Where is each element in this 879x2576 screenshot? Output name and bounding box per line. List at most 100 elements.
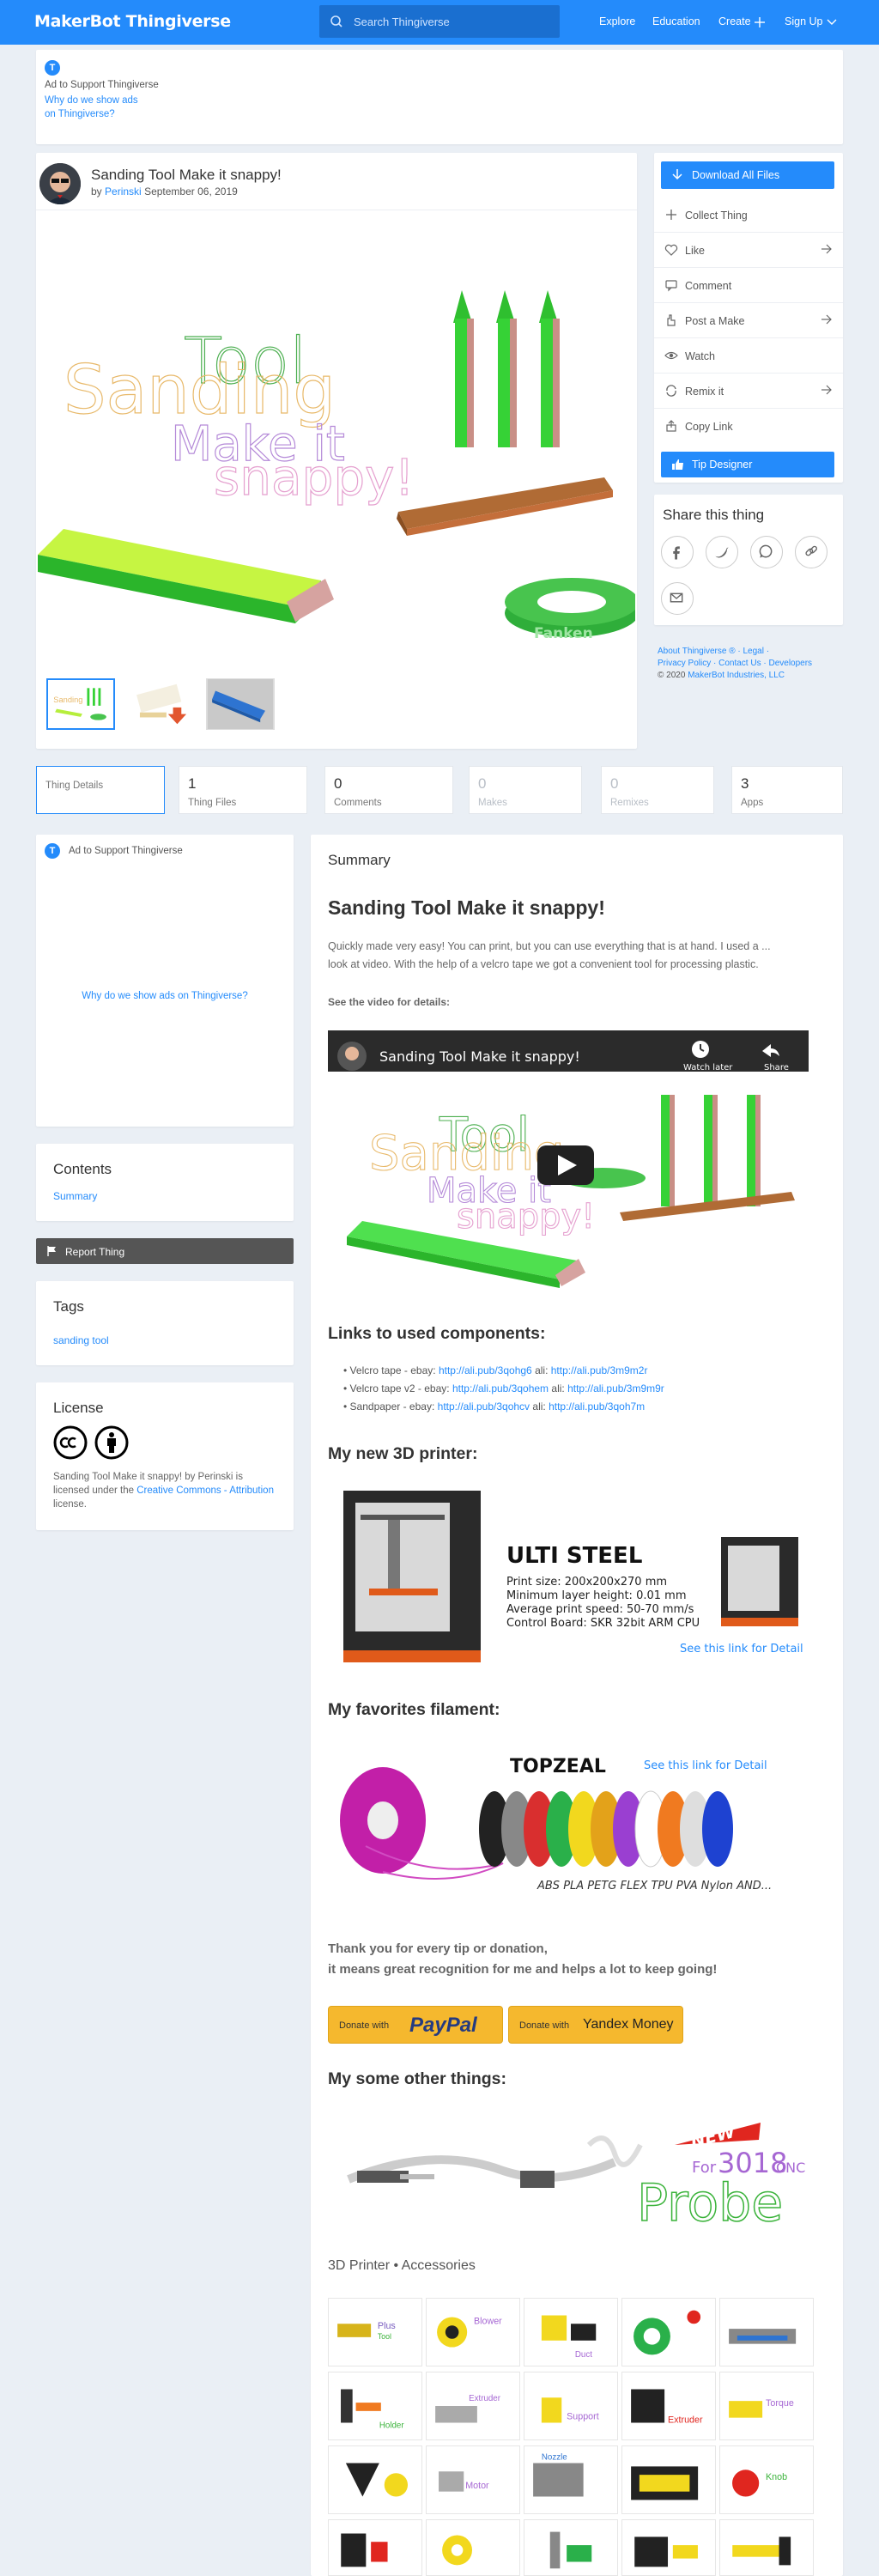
author-link[interactable]: Perinski [105,185,142,197]
plus-icon[interactable] [754,16,766,28]
gallery-thumb-1[interactable]: Sanding [46,678,115,730]
tag-link[interactable]: sanding tool [53,1334,109,1346]
like-label: Like [685,245,705,257]
donate-paypal-button[interactable]: Donate with PayPal [328,2006,503,2044]
email-share-button[interactable] [661,582,694,615]
tab-thing-files[interactable]: 1 Thing Files [179,766,307,814]
yandex-money-logo: Yandex Money [583,2017,674,2032]
comment-icon [665,280,677,292]
accessory-thumb[interactable]: Blower [426,2298,520,2366]
like-button[interactable]: Like [654,233,843,268]
printer-banner-image[interactable]: ULTI STEEL Print size: 200x200x270 mm Mi… [335,1480,815,1680]
list-item: • Sandpaper - ebay: http://ali.pub/3qohc… [343,1400,646,1413]
thingiverse-badge-icon: T [45,843,60,859]
probe-cnc: CNC [776,2160,805,2176]
accessory-thumb[interactable]: Support [524,2372,618,2440]
makerbot-link[interactable]: MakerBot Industries, LLC [688,671,785,680]
accessory-thumb[interactable]: Extruder [621,2372,716,2440]
accessory-thumb[interactable]: Knob [719,2445,814,2514]
download-all-files-button[interactable]: Download All Files [661,161,834,189]
accessory-thumb[interactable] [524,2519,618,2576]
component-ali-link[interactable]: http://ali.pub/3qoh7m [549,1400,645,1413]
tags-title: Tags [53,1298,84,1315]
gallery-thumb-2[interactable] [129,678,197,730]
nav-education[interactable]: Education [652,15,700,27]
thing-byline: by Perinski September 06, 2019 [91,185,238,197]
watch-button[interactable]: Watch [654,338,843,374]
nav-explore[interactable]: Explore [599,15,635,27]
logo-makerbot: MakerBot [34,12,121,31]
post-a-make-button[interactable]: Post a Make [654,303,843,338]
hero-word-snappy: snappy! [214,448,415,507]
remix-button[interactable]: Remix it [654,374,843,409]
nav-create[interactable]: Create [718,15,751,27]
accessory-thumb[interactable] [621,2298,716,2366]
accessory-thumb[interactable]: Plus Tool [328,2298,422,2366]
accessory-thumb[interactable] [621,2519,716,2576]
component-ebay-link[interactable]: http://ali.pub/3qohcv [438,1400,530,1413]
copy-link-share-button[interactable] [795,536,827,568]
component-ali-link[interactable]: http://ali.pub/3m9m9r [567,1382,664,1394]
accessory-thumb[interactable]: Duct [524,2298,618,2366]
accessory-thumb[interactable] [426,2519,520,2576]
tab-apps[interactable]: 3 Apps [731,766,843,814]
component-ali-link[interactable]: http://ali.pub/3m9m2r [551,1364,648,1376]
hero-image[interactable]: Tool Sanding Make it snappy! Fanken [38,211,635,658]
why-ads-link-2[interactable]: on Thingiverse? [45,109,115,119]
tab-comments[interactable]: 0 Comments [324,766,453,814]
twitter-share-button[interactable] [706,536,738,568]
comment-button[interactable]: Comment [654,268,843,303]
copy-link-button[interactable]: Copy Link [654,409,843,444]
printer-heading: My new 3D printer: [328,1444,478,1463]
legal-links-2[interactable]: Privacy Policy · Contact Us · Developers [658,658,843,670]
accessory-thumb[interactable]: Torque [719,2372,814,2440]
legal-links-1[interactable]: About Thingiverse ® · Legal · [658,646,843,658]
chevron-down-icon [827,19,837,25]
accessory-thumb[interactable] [719,2519,814,2576]
search-input[interactable]: Search Thingiverse [319,5,560,38]
tab-label: Remixes [610,798,649,808]
why-ads-link-1[interactable]: Why do we show ads [45,95,138,106]
accessory-thumb[interactable]: Motor [426,2445,520,2514]
other-things-heading: My some other things: [328,2069,507,2088]
thingiverse-badge-icon: T [45,60,60,76]
why-ads-link[interactable]: Why do we show ads on Thingiverse? [36,991,294,1001]
svg-text:Plus: Plus [378,2321,396,2331]
filament-banner-image[interactable]: TOPZEAL See this link for Detail ABS PLA… [331,1743,812,1898]
video-watch-later-label: Watch later [683,1063,733,1072]
donate-yandex-button[interactable]: Donate with Yandex Money [508,2006,683,2044]
facebook-share-button[interactable] [661,536,694,568]
copyright-year: © 2020 [658,671,686,680]
tab-label: Makes [478,798,507,808]
tab-thing-details[interactable]: Thing Details [36,766,165,814]
accessory-thumb[interactable]: Nozzle [524,2445,618,2514]
tip-designer-button[interactable]: Tip Designer [661,452,834,477]
post-make-label: Post a Make [685,315,745,327]
accessory-thumb[interactable] [719,2298,814,2366]
whatsapp-share-button[interactable] [750,536,783,568]
accessory-thumb[interactable]: Extruder [426,2372,520,2440]
see-video-label: See the video for details: [328,996,451,1008]
accessory-thumb[interactable] [621,2445,716,2514]
tab-label: Comments [334,798,382,808]
link-icon [805,545,817,556]
avatar[interactable] [39,163,81,204]
accessory-thumb[interactable] [328,2519,422,2576]
probe-banner-image[interactable]: Probe For 3018 CNC NEW [331,2111,812,2231]
svg-text:Sanding: Sanding [53,696,82,704]
collect-thing-button[interactable]: Collect Thing [654,197,843,233]
report-thing-button[interactable]: Report Thing [36,1238,294,1264]
contents-summary-link[interactable]: Summary [53,1190,97,1202]
thingiverse-logo[interactable]: MakerBot Thingiverse [34,12,231,31]
nav-signup[interactable]: Sign Up [785,15,822,27]
printer-spec-2: Minimum layer height: 0.01 mm [506,1589,686,1602]
video-player[interactable]: Sanding Tool Make it snappy! Watch later… [328,1030,809,1302]
license-link[interactable]: Creative Commons - Attribution [136,1485,274,1496]
component-ebay-link[interactable]: http://ali.pub/3qohem [452,1382,549,1394]
accessory-thumb[interactable] [328,2445,422,2514]
accessory-thumb[interactable]: Holder [328,2372,422,2440]
gallery-thumb-3[interactable] [206,678,275,730]
tab-remixes[interactable]: 0 Remixes [601,766,714,814]
tab-makes[interactable]: 0 Makes [469,766,582,814]
component-ebay-link[interactable]: http://ali.pub/3qohg6 [439,1364,532,1376]
